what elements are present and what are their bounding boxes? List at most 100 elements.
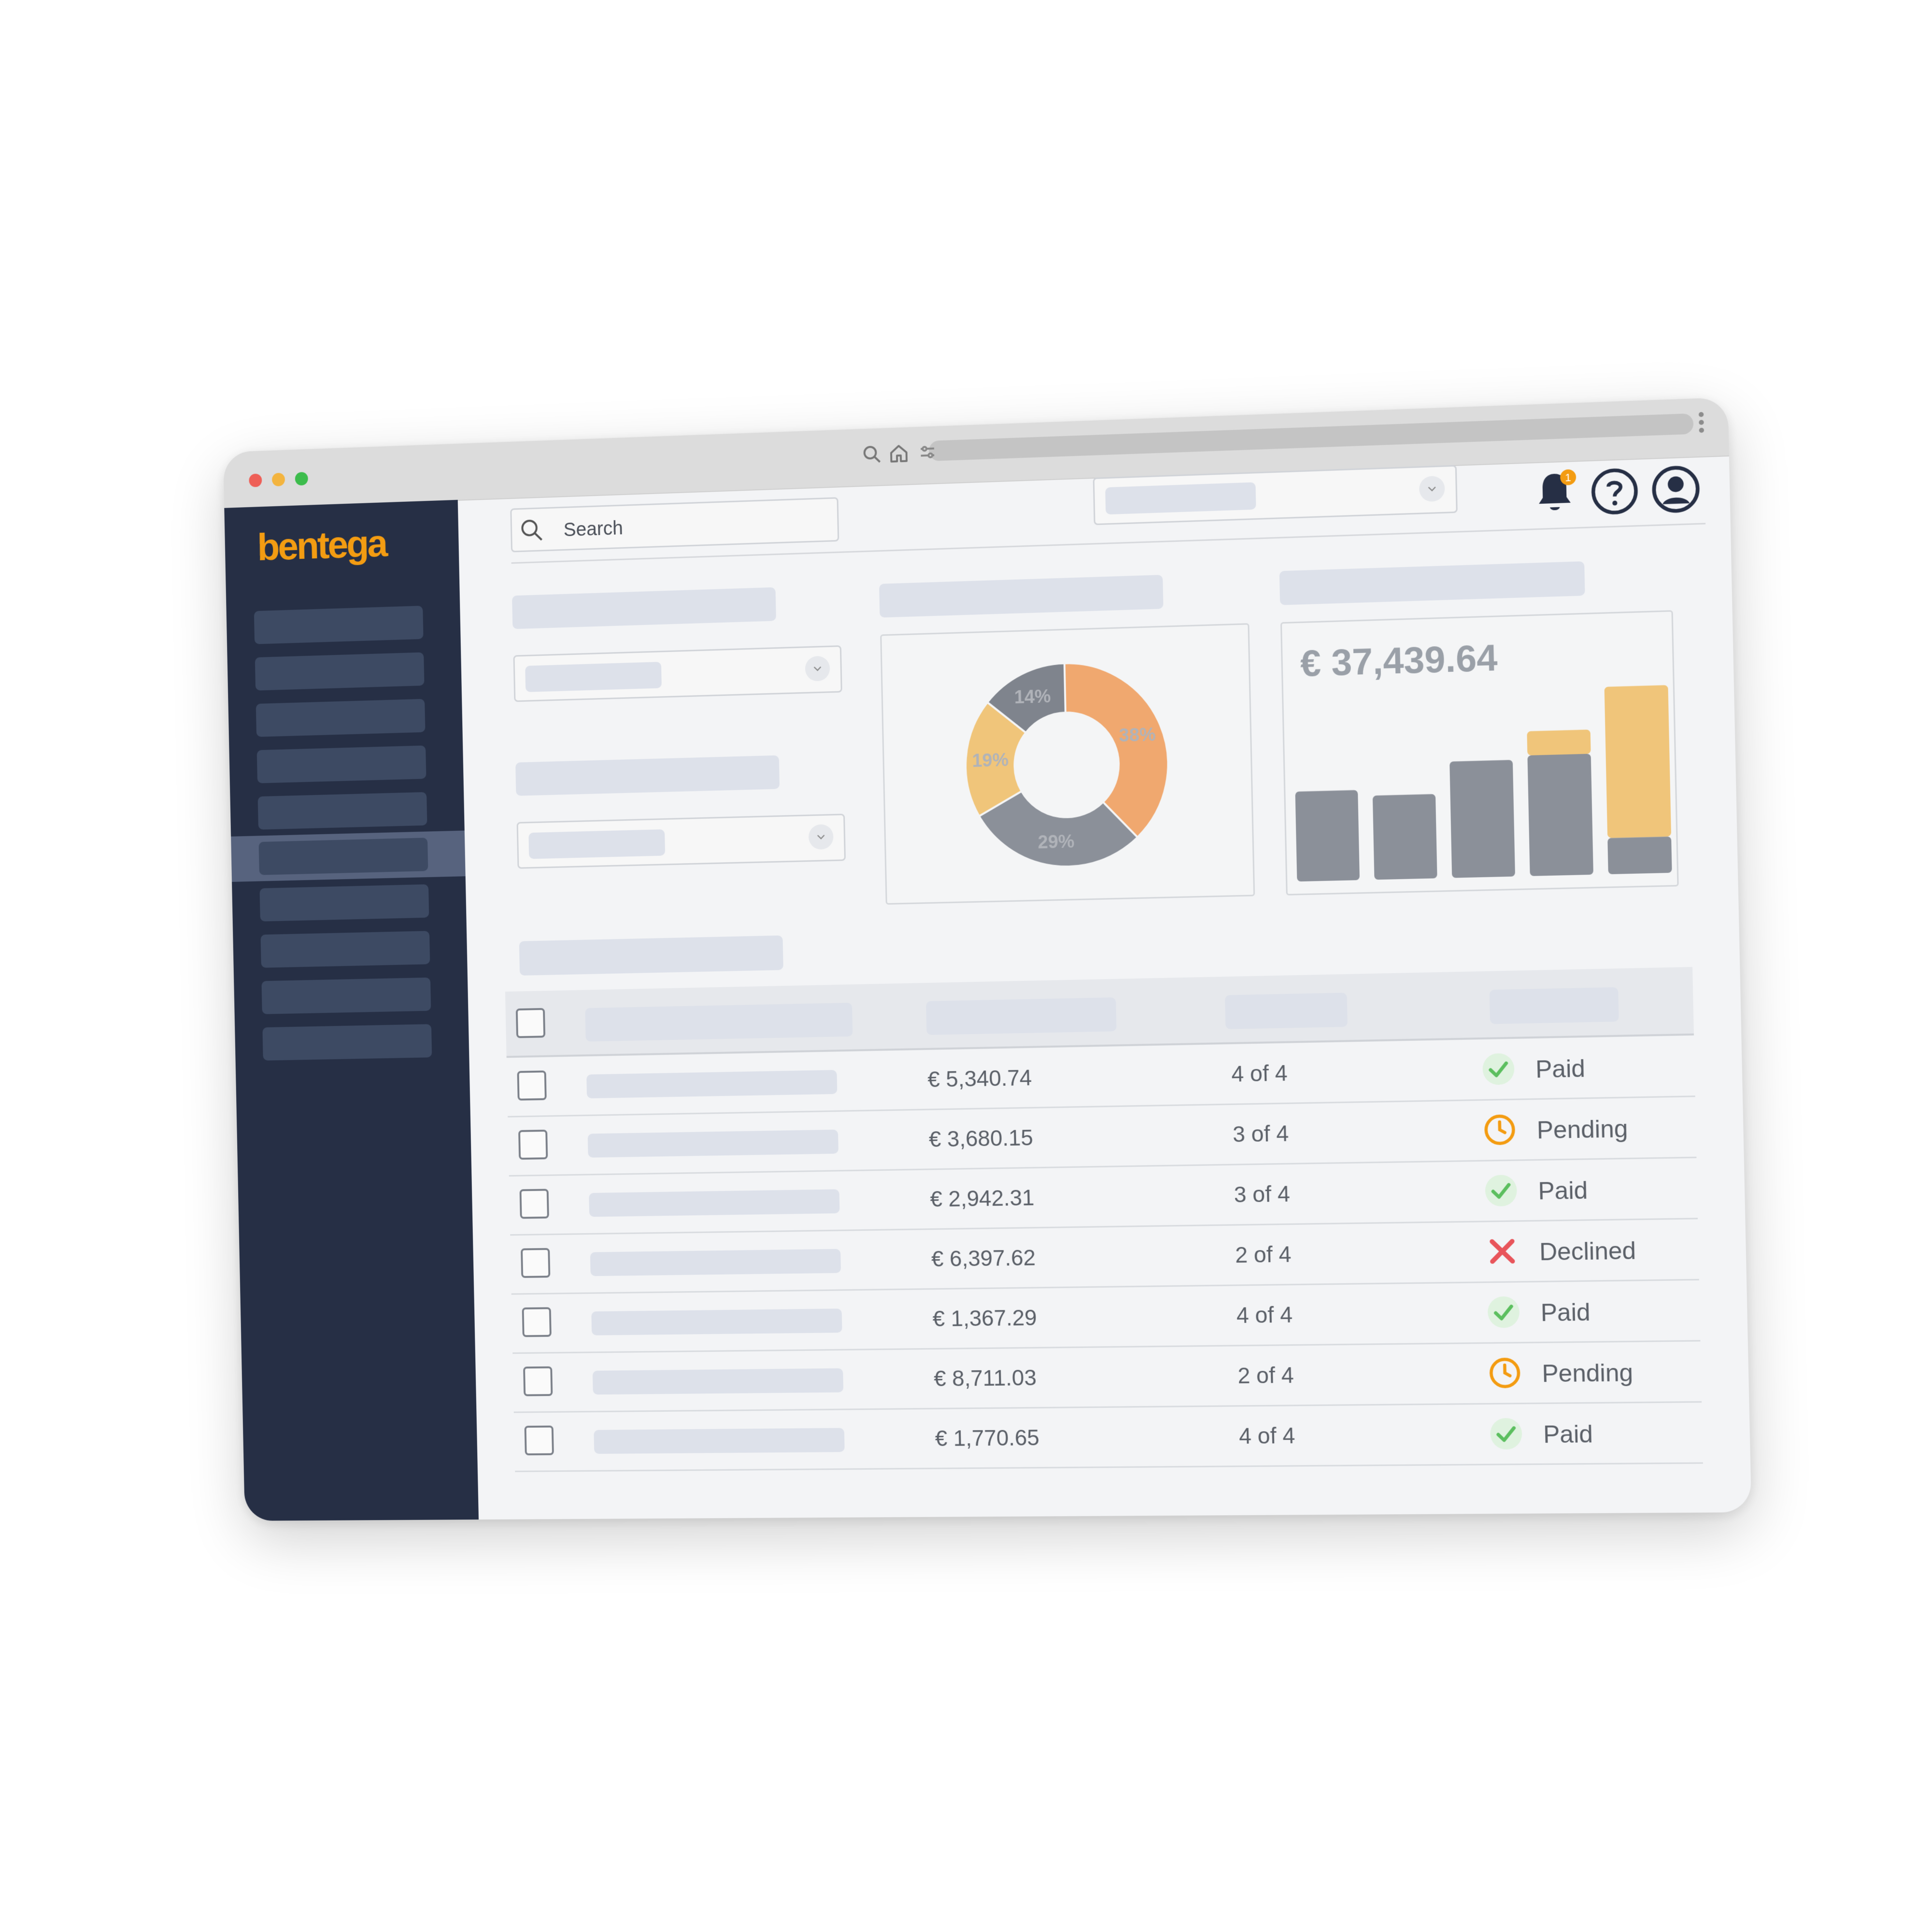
check-icon <box>1489 1417 1524 1451</box>
help-icon[interactable] <box>1590 467 1639 516</box>
row-amount: € 8,711.03 <box>933 1364 1037 1391</box>
address-bar[interactable] <box>928 413 1694 461</box>
bar-segment[interactable] <box>1527 729 1591 756</box>
tune-icon[interactable] <box>916 440 939 465</box>
column-header-status[interactable] <box>1489 987 1619 1024</box>
filter-dropdown-2[interactable] <box>516 813 846 869</box>
row-amount: € 2,942.31 <box>930 1185 1035 1212</box>
donut-slice[interactable] <box>1065 660 1170 839</box>
row-checkbox[interactable] <box>519 1189 549 1219</box>
check-icon <box>1483 1173 1519 1208</box>
bar-card-title <box>1279 561 1585 605</box>
bar-chart-card: € 37,439.64 <box>1280 610 1679 895</box>
column-header-name[interactable] <box>585 1003 853 1042</box>
bar-segment[interactable] <box>1449 760 1515 878</box>
bell-icon[interactable]: 1 <box>1530 467 1579 520</box>
donut-slice-label: 14% <box>1014 686 1051 708</box>
row-status: Declined <box>1539 1236 1636 1266</box>
bar-chart-total: € 37,439.64 <box>1300 637 1498 685</box>
row-checkbox[interactable] <box>518 1129 548 1160</box>
row-checkbox[interactable] <box>517 1070 547 1101</box>
row-amount: € 3,680.15 <box>928 1124 1034 1152</box>
row-status: Paid <box>1540 1298 1591 1327</box>
close-window-button[interactable] <box>249 473 262 487</box>
sidebar-item-2[interactable] <box>255 652 425 691</box>
row-installments: 4 of 4 <box>1238 1422 1295 1449</box>
sidebar-item-1[interactable] <box>254 606 424 644</box>
notification-badge: 1 <box>1565 471 1571 483</box>
bar-segment[interactable] <box>1295 790 1360 882</box>
browser-menu-button[interactable] <box>1696 409 1707 441</box>
row-installments: 3 of 4 <box>1232 1121 1289 1147</box>
donut-card-title <box>879 575 1164 618</box>
column-header-amount[interactable] <box>926 997 1117 1035</box>
donut-slice-label: 29% <box>1037 831 1075 852</box>
minimize-window-button[interactable] <box>271 472 285 487</box>
search-placeholder: Search <box>563 517 624 541</box>
dropdown-value <box>525 662 662 692</box>
column-header-installments[interactable] <box>1224 993 1348 1029</box>
row-amount: € 1,770.65 <box>935 1425 1040 1451</box>
bar-segment[interactable] <box>1607 836 1672 875</box>
table-row[interactable]: € 1,770.65 4 of 4 Paid <box>513 1401 1703 1472</box>
row-checkbox[interactable] <box>524 1425 554 1456</box>
brand-logo[interactable]: bentega <box>257 521 386 569</box>
search-input[interactable]: Search <box>510 497 839 553</box>
check-icon <box>1486 1295 1521 1330</box>
sidebar-item-8[interactable] <box>260 931 430 968</box>
row-amount: € 1,367.29 <box>932 1305 1037 1332</box>
row-name-placeholder <box>594 1428 845 1454</box>
row-amount: € 5,340.74 <box>927 1065 1032 1092</box>
maximize-window-button[interactable] <box>295 471 308 486</box>
row-name-placeholder <box>592 1368 844 1395</box>
sidebar-item-10[interactable] <box>262 1024 432 1061</box>
filter-label-1 <box>512 587 776 629</box>
row-checkbox[interactable] <box>522 1307 552 1337</box>
row-name-placeholder <box>591 1308 842 1335</box>
donut-slice-label: 38% <box>1119 724 1156 746</box>
row-checkbox[interactable] <box>523 1366 553 1396</box>
row-installments: 3 of 4 <box>1234 1181 1291 1208</box>
clock-icon <box>1482 1112 1518 1147</box>
sidebar-item-9[interactable] <box>261 977 431 1014</box>
table-title <box>519 935 783 976</box>
row-installments: 2 of 4 <box>1237 1362 1294 1389</box>
search-icon[interactable] <box>860 442 883 467</box>
row-checkbox[interactable] <box>521 1248 551 1278</box>
x-icon <box>1485 1234 1520 1269</box>
home-icon[interactable] <box>887 441 910 466</box>
filter-label-2 <box>515 755 780 796</box>
search-icon <box>518 516 545 544</box>
sidebar-item-3[interactable] <box>256 698 426 737</box>
filter-dropdown-1[interactable] <box>513 645 842 702</box>
chevron-down-icon <box>808 824 834 850</box>
bar-segment[interactable] <box>1527 753 1593 876</box>
row-name-placeholder <box>587 1129 838 1158</box>
select-all-checkbox[interactable] <box>515 1008 546 1038</box>
donut-chart-card: 38% 29% 19% 14% <box>880 623 1255 905</box>
bar-segment[interactable] <box>1372 794 1437 880</box>
sidebar-item-6[interactable] <box>258 838 428 875</box>
sidebar-item-5[interactable] <box>257 792 427 830</box>
row-installments: 4 of 4 <box>1236 1302 1293 1328</box>
check-icon <box>1481 1051 1516 1086</box>
clock-icon <box>1487 1356 1522 1391</box>
donut-chart: 38% 29% 19% 14% <box>881 625 1253 903</box>
header-actions: 1 <box>1530 461 1701 521</box>
row-name-placeholder <box>589 1189 840 1217</box>
row-name-placeholder <box>590 1249 841 1277</box>
row-amount: € 6,397.62 <box>931 1245 1036 1272</box>
dropdown-value <box>528 829 666 859</box>
row-name-placeholder <box>586 1070 838 1099</box>
sidebar: bentega <box>224 499 479 1521</box>
dropdown-value <box>1105 482 1256 515</box>
user-icon[interactable] <box>1650 464 1701 514</box>
table-row[interactable]: € 8,711.03 2 of 4 Pending <box>512 1340 1702 1413</box>
row-installments: 2 of 4 <box>1235 1241 1292 1268</box>
chevron-down-icon <box>1419 475 1445 502</box>
sidebar-item-4[interactable] <box>256 745 426 783</box>
row-status: Paid <box>1537 1176 1588 1205</box>
bar-segment[interactable] <box>1604 685 1672 838</box>
sidebar-item-7[interactable] <box>259 884 429 922</box>
row-installments: 4 of 4 <box>1231 1060 1288 1087</box>
